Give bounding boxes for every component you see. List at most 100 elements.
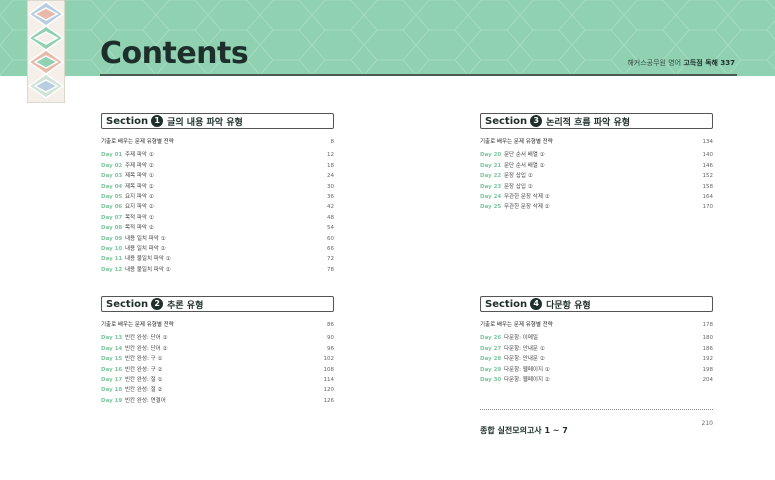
toc-page-number: 120 <box>323 387 335 394</box>
toc-intro-row[interactable]: 기출로 배우는 문제 유형별 전략 86 <box>101 320 334 330</box>
toc-page-number: 78 <box>327 266 334 273</box>
section-word: Section <box>485 115 528 127</box>
toc-day: Day 12 <box>101 266 123 273</box>
toc-row[interactable]: Day 25 무관한 문장 삭제 ② 170 <box>480 202 713 212</box>
toc-title: 요지 파악 ① <box>125 193 154 200</box>
section-header: Section 2 추론 유형 <box>101 296 334 312</box>
toc-row[interactable]: Day 30 다문항: 웹페이지 ② 204 <box>480 375 713 385</box>
toc-day: Day 13 <box>101 335 123 342</box>
toc-page-number: 192 <box>702 356 714 363</box>
toc-page-number: 134 <box>702 139 714 145</box>
toc-row[interactable]: Day 21 문단 순서 배열 ② 146 <box>480 161 713 171</box>
toc-row[interactable]: Day 15 빈칸 완성: 구 ① 102 <box>101 354 334 364</box>
toc-day: Day 20 <box>480 152 502 159</box>
toc-row[interactable]: Day 08 목적 파악 ② 54 <box>101 223 334 233</box>
toc-row[interactable]: Day 09 내용 일치 파악 ① 60 <box>101 234 334 244</box>
toc-day: Day 24 <box>480 193 502 200</box>
section-header: Section 4 다문항 유형 <box>480 296 713 312</box>
toc-row[interactable]: Day 19 빈칸 완성: 연결어 126 <box>101 396 334 406</box>
toc-title: 내용 일치 파악 ② <box>125 245 166 252</box>
toc-page-number: 170 <box>702 204 714 211</box>
toc-day: Day 30 <box>480 376 502 383</box>
toc-row[interactable]: Day 18 빈칸 완성: 절 ② 120 <box>101 385 334 395</box>
toc-page-number: 178 <box>702 322 714 328</box>
section-1: Section 1 글의 내용 파악 유형 기출로 배우는 문제 유형별 전략 … <box>101 113 334 275</box>
toc-row[interactable]: Day 07 목적 파악 ① 48 <box>101 213 334 223</box>
toc-row[interactable]: Day 29 다문항: 웹페이지 ① 198 <box>480 365 713 375</box>
toc-day: Day 14 <box>101 345 123 352</box>
toc-page-number: 146 <box>702 162 714 169</box>
section-header: Section 3 논리적 흐름 파악 유형 <box>480 113 713 129</box>
toc-page-number: 12 <box>327 152 334 159</box>
toc-page-number: 96 <box>327 345 334 352</box>
toc-row[interactable]: Day 13 빈칸 완성: 단어 ① 90 <box>101 333 334 343</box>
toc-title: 빈칸 완성: 절 ① <box>125 376 163 383</box>
toc-page-number: 186 <box>702 345 714 352</box>
page-title: Contents <box>100 36 249 71</box>
toc-day: Day 07 <box>101 214 123 221</box>
toc-page-number: 30 <box>327 183 334 190</box>
toc-intro-row[interactable]: 기출로 배우는 문제 유형별 전략 178 <box>480 320 713 330</box>
final-mock-exam-entry[interactable]: 종합 실전모의고사 1 ~ 7 210 <box>480 409 713 437</box>
toc-day: Day 27 <box>480 345 502 352</box>
toc-page-number: 198 <box>702 366 714 373</box>
section-word: Section <box>106 298 149 310</box>
toc-title: 빈칸 완성: 단어 ① <box>125 335 168 342</box>
toc-intro-row[interactable]: 기출로 배우는 문제 유형별 전략 8 <box>101 137 334 147</box>
toc-row[interactable]: Day 01 주제 파악 ① 12 <box>101 150 334 160</box>
toc-page-number: 164 <box>702 193 714 200</box>
final-title: 종합 실전모의고사 1 ~ 7 <box>480 426 568 435</box>
toc-row[interactable]: Day 14 빈칸 완성: 단어 ② 96 <box>101 344 334 354</box>
toc-title: 제목 파악 ① <box>125 173 154 180</box>
toc-page-number: 102 <box>323 356 335 363</box>
toc-day: Day 05 <box>101 193 123 200</box>
toc-page-number: 152 <box>702 173 714 180</box>
toc-row[interactable]: Day 23 문장 삽입 ② 158 <box>480 182 713 192</box>
toc-row[interactable]: Day 16 빈칸 완성: 구 ② 108 <box>101 365 334 375</box>
toc-row[interactable]: Day 02 주제 파악 ② 18 <box>101 161 334 171</box>
toc-row[interactable]: Day 24 무관한 문장 삭제 ① 164 <box>480 192 713 202</box>
toc-row[interactable]: Day 20 문단 순서 배열 ① 140 <box>480 150 713 160</box>
toc-title: 빈칸 완성: 연결어 <box>125 397 166 404</box>
toc-page-number: 24 <box>327 173 334 180</box>
decorative-ribbon <box>27 0 65 103</box>
toc-page-number: 54 <box>327 225 334 232</box>
toc-page-number: 140 <box>702 152 714 159</box>
toc-day: Day 21 <box>480 162 502 169</box>
toc-title: 문단 순서 배열 ② <box>504 162 545 169</box>
toc-title: 빈칸 완성: 절 ② <box>125 387 163 394</box>
toc-page-number: 158 <box>702 183 714 190</box>
section-number-badge: 3 <box>530 115 543 127</box>
toc-page-number: 108 <box>323 366 335 373</box>
toc-day: Day 23 <box>480 183 502 190</box>
toc-title: 다문항: 웹페이지 ② <box>504 376 550 383</box>
toc-title: 주제 파악 ② <box>125 162 154 169</box>
publisher-label: 해커스공무원 영어 <box>627 59 682 67</box>
toc-intro-row[interactable]: 기출로 배우는 문제 유형별 전략 134 <box>480 137 713 147</box>
toc-title: 다문항: 안내문 ① <box>504 345 545 352</box>
toc-page-number: 72 <box>327 256 334 263</box>
toc-row[interactable]: Day 22 문장 삽입 ① 152 <box>480 171 713 181</box>
toc-title: 주제 파악 ① <box>125 152 154 159</box>
toc-row[interactable]: Day 12 내용 불일치 파악 ② 78 <box>101 265 334 275</box>
toc-title: 내용 일치 파악 ① <box>125 235 166 242</box>
toc-row[interactable]: Day 05 요지 파악 ① 36 <box>101 192 334 202</box>
toc-row[interactable]: Day 06 요지 파악 ② 42 <box>101 202 334 212</box>
toc-title: 무관한 문장 삭제 ② <box>504 204 550 211</box>
toc-page-number: 114 <box>323 376 335 383</box>
toc-row[interactable]: Day 28 다문항: 안내문 ② 192 <box>480 354 713 364</box>
toc-row[interactable]: Day 11 내용 불일치 파악 ① 72 <box>101 254 334 264</box>
toc-day: Day 08 <box>101 225 123 232</box>
toc-title: 다문항: 웹페이지 ① <box>504 366 550 373</box>
toc-row[interactable]: Day 26 다문항: 이메일 180 <box>480 333 713 343</box>
toc-page-number: 90 <box>327 335 334 342</box>
toc-row[interactable]: Day 27 다문항: 안내문 ① 186 <box>480 344 713 354</box>
section-title: 글의 내용 파악 유형 <box>167 117 243 128</box>
toc-row[interactable]: Day 04 제목 파악 ② 30 <box>101 182 334 192</box>
section-header: Section 1 글의 내용 파악 유형 <box>101 113 334 129</box>
toc-title: 다문항: 이메일 <box>504 335 538 342</box>
toc-row[interactable]: Day 17 빈칸 완성: 절 ① 114 <box>101 375 334 385</box>
toc-row[interactable]: Day 10 내용 일치 파악 ② 66 <box>101 244 334 254</box>
toc-day: Day 06 <box>101 204 123 211</box>
toc-row[interactable]: Day 03 제목 파악 ① 24 <box>101 171 334 181</box>
